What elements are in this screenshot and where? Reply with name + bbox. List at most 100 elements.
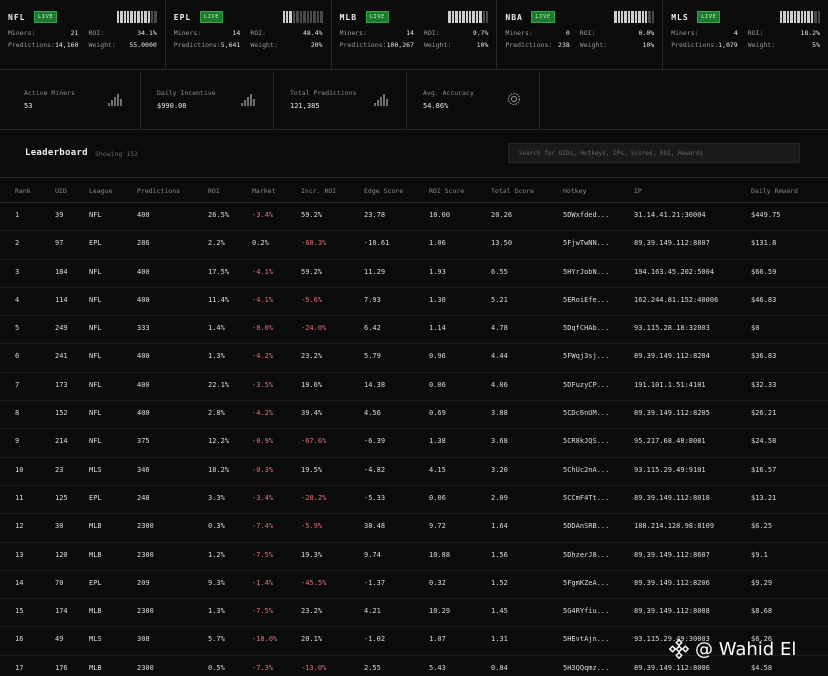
table-row[interactable]: 9 214 NFL 375 12.2% -0.9% -67.6% -6.39 1.38 3.68 5… xyxy=(0,429,828,458)
cell-ip: 89.39.149.112:8206 xyxy=(634,578,710,587)
activity-bar xyxy=(634,11,638,23)
miners-stat-label: Miners: xyxy=(671,29,699,37)
cell-roi: 2.2% xyxy=(208,239,225,248)
table-row[interactable]: 12 30 MLB 2300 0.3% -7.4% -5.9% 38.48 9.72 1.64 5D… xyxy=(0,514,828,543)
cell-daily-reward: $6.25 xyxy=(751,522,773,531)
cell-edge-score: -1.02 xyxy=(364,635,386,644)
predictions-stat-label: Predictions: xyxy=(671,41,719,49)
column-header-daily-reward[interactable]: Daily Reward xyxy=(751,187,798,195)
table-row[interactable]: 6 241 NFL 400 1.3% -4.2% 23.2% 5.79 0.96 4.44 5FWq… xyxy=(0,344,828,373)
league-card-mlb[interactable]: MLB LIVE Miners: 14 ROI: 9.7% Predictions: 100,… xyxy=(332,0,498,69)
table-row[interactable]: 8 152 NFL 400 2.8% -4.2% 39.4% 4.56 0.69 3.88 5CDc… xyxy=(0,401,828,430)
roi-stat-value: 18.2% xyxy=(800,29,820,37)
miners-stat-value: 4 xyxy=(733,29,738,37)
cell-hotkey: 5HEvtAjn... xyxy=(563,635,610,644)
table-row[interactable]: 2 97 EPL 286 2.2% 0.2% -68.3% -10.61 1.06 13.50 5F… xyxy=(0,231,828,260)
watermark: @ Wahid El xyxy=(668,638,796,660)
cell-ip: 31.14.41.21:30004 xyxy=(634,211,706,219)
miners-stat: Miners: 0 xyxy=(505,29,579,37)
predictions-stat-label: Predictions: xyxy=(8,41,55,49)
activity-bars-icon xyxy=(282,11,323,23)
league-strip: NFL LIVE Miners: 21 ROI: 34.1% Predictions: 14,… xyxy=(0,0,828,70)
cell-league: NFL xyxy=(89,295,102,304)
activity-bar xyxy=(127,11,130,23)
league-card-nfl[interactable]: NFL LIVE Miners: 21 ROI: 34.1% Predictions: 14,… xyxy=(0,0,166,69)
cell-edge-score: -5.33 xyxy=(364,493,386,502)
column-header-rank[interactable]: Rank xyxy=(15,187,31,195)
league-stats: Miners: 0 ROI: 0.0% Predictions: 238 Weight: 10… xyxy=(505,29,654,49)
league-card-nba[interactable]: NBA LIVE Miners: 0 ROI: 0.0% Predictions: 238 We… xyxy=(497,0,664,69)
column-header-uid[interactable]: UID xyxy=(55,187,67,195)
activity-bar xyxy=(648,11,651,23)
cell-daily-reward: $9.1 xyxy=(751,550,768,559)
league-card-epl[interactable]: EPL LIVE Miners: 14 ROI: 48.4% Predictions: 5,6… xyxy=(166,0,332,69)
column-header-market[interactable]: Market xyxy=(252,187,275,195)
table-row[interactable]: 10 23 MLS 346 18.2% -0.3% 19.5% -4.82 4.15 3.20 5C… xyxy=(0,458,828,486)
cell-total-score: 20.26 xyxy=(491,211,513,219)
activity-bar xyxy=(120,11,123,23)
cell-predictions: 375 xyxy=(137,437,150,446)
league-card-mls[interactable]: MLS LIVE Miners: 4 ROI: 18.2% Predictions: 1,07… xyxy=(663,0,828,69)
column-header-total-score[interactable]: Total Score xyxy=(491,187,534,195)
column-header-roi[interactable]: ROI xyxy=(208,187,220,195)
cell-rank: 8 xyxy=(15,409,20,418)
table-row[interactable]: 14 70 EPL 209 9.3% -1.4% -45.5% -1.37 0.32 1.52 5F… xyxy=(0,571,828,600)
table-row[interactable]: 4 114 NFL 400 11.4% -4.1% -5.6% 7.93 1.30 5.21 5ER… xyxy=(0,288,828,317)
column-header-league[interactable]: League xyxy=(89,187,112,195)
cell-roi: 11.4% xyxy=(208,295,230,304)
search-input[interactable] xyxy=(508,143,800,163)
cell-roi: 5.7% xyxy=(208,635,225,644)
activity-bar xyxy=(313,11,316,23)
table-row[interactable]: 11 125 EPL 248 3.3% -3.4% -28.2% -5.33 0.06 2.09 5… xyxy=(0,486,828,515)
cell-uid: 173 xyxy=(55,380,68,389)
roi-stat-label: ROI: xyxy=(747,29,764,37)
cell-hotkey: 5CCmF4Tt... xyxy=(563,493,610,502)
league-name: MLS xyxy=(671,12,689,22)
column-header-hotkey[interactable]: Hotkey xyxy=(563,187,586,195)
activity-bar xyxy=(151,11,154,23)
column-header-ip[interactable]: IP xyxy=(634,187,642,195)
activity-bar xyxy=(292,11,296,23)
table-row[interactable]: 3 184 NFL 400 17.5% -4.1% 59.2% 11.29 1.93 6.55 5H… xyxy=(0,260,828,288)
table-row[interactable]: 1 39 NFL 400 26.5% -3.4% 59.2% 23.78 10.00 20.26 5… xyxy=(0,203,828,232)
live-badge: LIVE xyxy=(697,11,721,23)
predictions-stat: Predictions: 5,641 xyxy=(174,41,251,49)
column-header-predictions[interactable]: Predictions xyxy=(137,187,180,195)
miners-stat-value: 14 xyxy=(406,29,414,37)
cell-uid: 120 xyxy=(55,550,68,559)
miners-stat-label: Miners: xyxy=(505,29,533,37)
league-stats: Miners: 4 ROI: 18.2% Predictions: 1,079 Weight… xyxy=(671,29,820,49)
activity-bar xyxy=(810,11,814,23)
cell-incr-roi: -67.6% xyxy=(301,437,327,446)
league-stats: Miners: 21 ROI: 34.1% Predictions: 14,160 Weig… xyxy=(8,29,157,49)
cell-predictions: 400 xyxy=(137,211,150,219)
table-row[interactable]: 5 249 NFL 333 1.4% -8.0% -24.0% 6.42 1.14 4.78 5Dq… xyxy=(0,316,828,345)
cell-predictions: 2300 xyxy=(137,522,154,531)
cell-roi-score: 1.30 xyxy=(429,295,446,304)
roi-stat: ROI: 18.2% xyxy=(748,29,820,37)
cell-roi: 0.3% xyxy=(208,522,225,531)
column-header-edge-score[interactable]: Edge Score xyxy=(364,187,403,195)
cell-hotkey: 5G4RYfiu... xyxy=(563,607,610,616)
league-name: NFL xyxy=(8,12,26,22)
cell-daily-reward: $8.68 xyxy=(751,607,773,616)
cell-rank: 3 xyxy=(15,267,20,276)
activity-bar xyxy=(465,11,468,23)
activity-bar xyxy=(644,11,648,23)
cell-rank: 11 xyxy=(15,493,24,502)
table-row[interactable]: 15 174 MLB 2300 1.3% -7.5% 23.2% 4.21 10.29 1.45 5… xyxy=(0,599,828,628)
activity-bar xyxy=(793,11,797,23)
table-row[interactable]: 13 120 MLB 2300 1.2% -7.5% 19.3% 9.74 10.88 1.56 5… xyxy=(0,543,828,571)
column-header-roi-score[interactable]: ROI Score xyxy=(429,187,464,195)
predictions-stat-value: 100,267 xyxy=(386,41,414,49)
cell-roi: 12.2% xyxy=(208,437,230,446)
cell-league: NFL xyxy=(89,324,102,333)
cell-ip: 93.115.29.49:9101 xyxy=(634,465,706,474)
roi-stat-value: 34.1% xyxy=(137,29,157,37)
cell-market: -3.4% xyxy=(252,211,274,219)
cell-league: MLB xyxy=(89,663,102,672)
cell-predictions: 333 xyxy=(137,324,150,333)
column-header-incr-roi[interactable]: Incr. ROI xyxy=(301,187,336,195)
cell-hotkey: 5H3QQqmz... xyxy=(563,663,610,672)
table-row[interactable]: 7 173 NFL 400 22.1% -3.5% 19.6% 14.38 0.06 4.06 5D… xyxy=(0,373,828,402)
